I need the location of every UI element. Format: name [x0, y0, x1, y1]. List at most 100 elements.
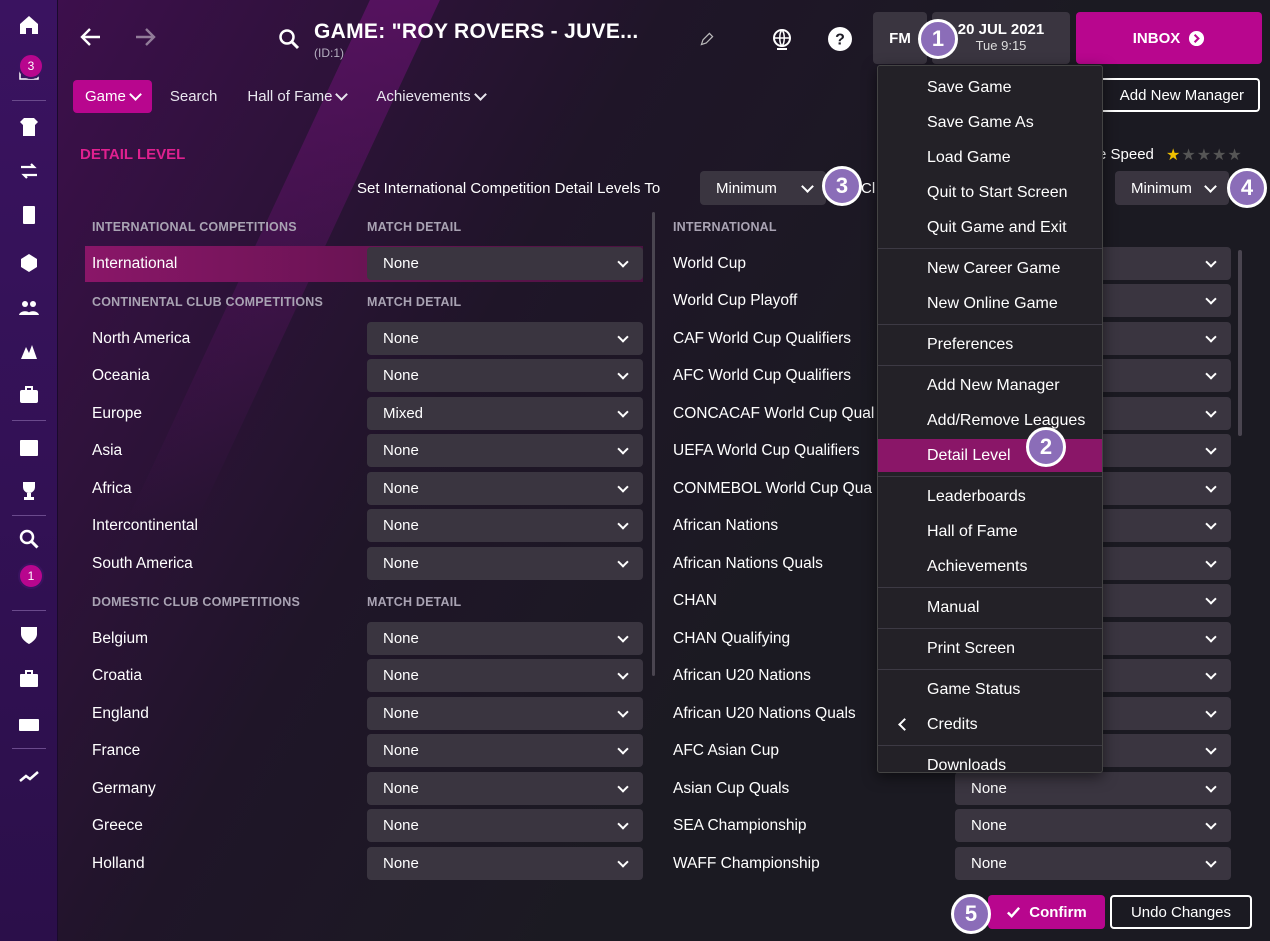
match-detail-select[interactable]: None — [367, 547, 643, 580]
match-detail-select[interactable]: None — [367, 809, 643, 842]
match-detail-select[interactable]: None — [367, 622, 643, 655]
chevron-down-icon — [473, 87, 487, 101]
competition-name: Africa — [92, 480, 132, 497]
menu-item-load-game[interactable]: Load Game — [878, 141, 1102, 174]
tab-search[interactable]: Search — [158, 80, 230, 113]
tab-label: Search — [169, 87, 218, 105]
tab-hall-of-fame[interactable]: Hall of Fame — [235, 80, 358, 113]
help-icon[interactable]: ? — [825, 24, 855, 54]
match-detail-select[interactable]: None — [367, 697, 643, 730]
intl-set-all-select[interactable]: Minimum — [700, 171, 826, 205]
menu-item-label: New Career Game — [927, 259, 1061, 277]
game-speed-label: e Speed — [1098, 146, 1154, 163]
chevron-down-icon — [1205, 367, 1217, 380]
match-detail-select[interactable]: None — [367, 322, 643, 355]
match-detail-select[interactable]: None — [367, 847, 643, 880]
add-new-manager-button[interactable]: Add New Manager — [1088, 78, 1260, 112]
chevron-down-icon — [1205, 742, 1217, 755]
home-icon[interactable] — [14, 10, 44, 40]
match-detail-value: None — [383, 555, 419, 572]
match-detail-select[interactable]: None — [367, 772, 643, 805]
confirm-label: Confirm — [1029, 903, 1087, 921]
menu-item-label: Add New Manager — [927, 376, 1060, 394]
undo-changes-button[interactable]: Undo Changes — [1110, 895, 1252, 929]
chevron-down-icon — [1205, 555, 1217, 568]
menu-item-save-game[interactable]: Save Game — [878, 71, 1102, 104]
competition-row: Africa None — [85, 471, 643, 507]
menu-item-game-status[interactable]: Game Status — [878, 673, 1102, 706]
tactics-icon[interactable] — [14, 200, 44, 230]
star-icon: ★★★★ — [1181, 147, 1243, 164]
sidebar-divider — [12, 610, 46, 611]
game-speed-rating[interactable]: ★★★★★ — [1166, 145, 1243, 165]
back-button[interactable] — [76, 22, 106, 52]
match-detail-select[interactable]: None — [367, 509, 643, 542]
medical-icon[interactable] — [14, 380, 44, 410]
menu-item-quit-game-and-exit[interactable]: Quit Game and Exit — [878, 211, 1102, 244]
match-detail-value: None — [383, 255, 419, 272]
match-detail-select[interactable]: None — [367, 659, 643, 692]
match-detail-select[interactable]: None — [367, 359, 643, 392]
competition-row: Croatia None — [85, 658, 643, 694]
menu-item-new-online-game[interactable]: New Online Game — [878, 287, 1102, 320]
tab-game[interactable]: Game — [73, 79, 152, 113]
menu-item-add-new-manager[interactable]: Add New Manager — [878, 369, 1102, 402]
menu-item-preferences[interactable]: Preferences — [878, 328, 1102, 361]
page-title: GAME: "ROY ROVERS - JUVE... — [314, 20, 639, 43]
menu-item-credits[interactable]: Credits — [878, 708, 1102, 741]
chevron-down-icon — [1205, 330, 1217, 343]
squad-icon[interactable] — [14, 112, 44, 142]
match-detail-select[interactable]: None — [367, 434, 643, 467]
callout-4: 4 — [1227, 168, 1267, 208]
confirm-button[interactable]: Confirm — [988, 895, 1105, 929]
menu-item-save-game-as[interactable]: Save Game As — [878, 106, 1102, 139]
transfers-icon[interactable] — [14, 156, 44, 186]
column-scrollbar[interactable] — [652, 212, 655, 676]
competitions-icon[interactable] — [14, 476, 44, 506]
menu-item-detail-level[interactable]: Detail Level — [878, 439, 1102, 472]
money-icon[interactable] — [14, 710, 44, 740]
menu-item-label: Load Game — [927, 148, 1011, 166]
club-icon[interactable] — [14, 620, 44, 650]
tab-label: Hall of Fame — [247, 87, 333, 105]
menu-item-manual[interactable]: Manual — [878, 591, 1102, 624]
match-detail-select[interactable]: None — [367, 472, 643, 505]
development-icon[interactable] — [14, 760, 44, 790]
section-title: DETAIL LEVEL — [80, 146, 186, 163]
menu-item-label: Add/Remove Leagues — [927, 411, 1086, 429]
right-scrollbar[interactable] — [1238, 250, 1242, 436]
menu-item-add-remove-leagues[interactable]: Add/Remove Leagues — [878, 404, 1102, 437]
edit-icon[interactable] — [692, 24, 722, 54]
staff-icon[interactable] — [14, 292, 44, 322]
globe-icon[interactable] — [767, 24, 797, 54]
sidebar-divider — [12, 515, 46, 516]
tab-achievements[interactable]: Achievements — [364, 80, 496, 113]
menu-item-hall-of-fame[interactable]: Hall of Fame — [878, 515, 1102, 548]
schedule-icon[interactable] — [14, 432, 44, 462]
match-detail-select[interactable]: None — [367, 734, 643, 767]
menu-item-achievements[interactable]: Achievements — [878, 550, 1102, 583]
chevron-down-icon — [617, 742, 629, 755]
svg-text:?: ? — [835, 32, 845, 49]
menu-item-quit-to-start-screen[interactable]: Quit to Start Screen — [878, 176, 1102, 209]
menu-item-new-career-game[interactable]: New Career Game — [878, 252, 1102, 285]
match-detail-select[interactable]: None — [955, 809, 1231, 842]
search-icon[interactable] — [14, 524, 44, 554]
finances-icon[interactable] — [14, 664, 44, 694]
match-detail-select[interactable]: Mixed — [367, 397, 643, 430]
match-detail-select[interactable]: None — [367, 247, 643, 280]
menu-divider — [878, 248, 1102, 249]
search-icon[interactable] — [274, 24, 304, 54]
match-detail-select[interactable]: None — [955, 847, 1231, 880]
inbox-button[interactable]: INBOX — [1076, 12, 1262, 64]
club-set-all-select[interactable]: Minimum — [1115, 171, 1229, 205]
club-vision-icon[interactable] — [14, 248, 44, 278]
forward-button[interactable] — [130, 22, 160, 52]
app-window: 31 GAME: "ROY ROVERS - JUVE... (ID:1) ? … — [0, 0, 1270, 941]
menu-item-downloads[interactable]: Downloads — [878, 749, 1102, 782]
undo-changes-label: Undo Changes — [1130, 903, 1232, 921]
training-icon[interactable] — [14, 336, 44, 366]
callout-5: 5 — [951, 894, 991, 934]
menu-item-leaderboards[interactable]: Leaderboards — [878, 480, 1102, 513]
menu-item-print-screen[interactable]: Print Screen — [878, 632, 1102, 665]
